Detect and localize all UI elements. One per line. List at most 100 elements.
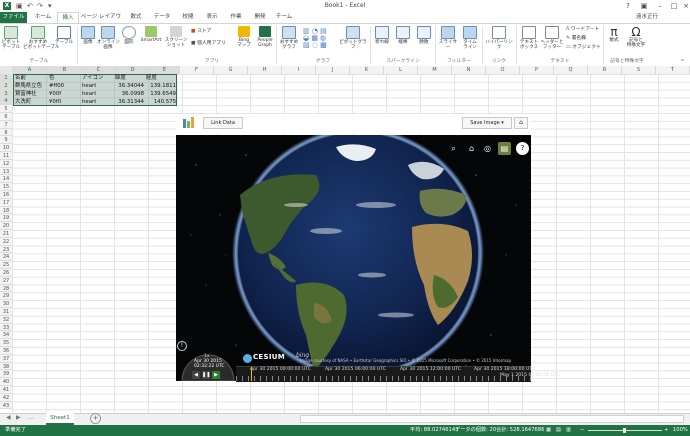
cell-B4[interactable]: ¥0f0	[49, 98, 81, 106]
row-header-8[interactable]: 8	[0, 128, 12, 137]
column-header-B[interactable]: B	[48, 66, 82, 74]
row-header-15[interactable]: 15	[0, 183, 12, 191]
tab-view[interactable]: 表示	[202, 12, 222, 23]
normal-view-icon[interactable]: ▦	[546, 425, 551, 436]
help-icon[interactable]: ?	[620, 0, 636, 12]
sparkline-column-button[interactable]: 縦棒	[393, 26, 413, 45]
column-header-J[interactable]: J	[316, 66, 350, 74]
cell-B3[interactable]: ¥00f	[49, 90, 81, 98]
zoom-slider-thumb[interactable]	[623, 428, 626, 433]
row-header-28[interactable]: 28	[0, 284, 12, 293]
tab-work[interactable]: 作業	[226, 12, 246, 23]
row-header-12[interactable]: 12	[0, 159, 12, 168]
column-header-O[interactable]: O	[486, 66, 520, 74]
row-header-40[interactable]: 40	[0, 378, 12, 386]
timeline-needle[interactable]	[251, 367, 252, 381]
add-sheet-icon[interactable]: +	[90, 413, 101, 424]
chart-type-gallery[interactable]: ▥ ◔ ▤ ◒ ▦ ◍ ▨ ◌ ▩	[303, 28, 337, 50]
layers-icon[interactable]: ▤	[498, 142, 511, 155]
search-icon[interactable]: ⌕	[447, 142, 460, 155]
fullscreen-icon[interactable]: !	[177, 341, 187, 351]
column-header-K[interactable]: K	[350, 66, 384, 74]
qat-customize-icon[interactable]: ▾	[48, 2, 52, 10]
cell-C3[interactable]: heart	[82, 90, 96, 98]
tab-review[interactable]: 校閲	[178, 12, 198, 23]
equation-button[interactable]: π 数式	[604, 26, 624, 43]
sheet-more-icon[interactable]: …	[28, 414, 34, 421]
recommended-pivot-button[interactable]: おすすめ ピボットテーブル	[23, 26, 59, 50]
column-header-F[interactable]: F	[180, 66, 214, 74]
row-header-29[interactable]: 29	[0, 292, 12, 301]
people-graph-button[interactable]: People Graph	[255, 26, 275, 48]
row-header-9[interactable]: 9	[0, 136, 12, 145]
signature-line-button[interactable]: ✎ 署名欄	[566, 36, 586, 42]
column-header-Q[interactable]: Q	[554, 66, 588, 74]
row-header-17[interactable]: 17	[0, 198, 12, 207]
cell-D4[interactable]: 36.31344	[112, 98, 144, 106]
timeline-button[interactable]: タイム ライン	[460, 26, 480, 50]
row-header-5[interactable]: 5	[0, 105, 12, 113]
tab-team[interactable]: チーム	[274, 12, 294, 23]
sheet-tab-sheet1[interactable]: Sheet1	[46, 413, 74, 425]
app-home-button[interactable]: ⌂	[514, 117, 528, 129]
slicer-button[interactable]: スライサー	[437, 26, 459, 50]
row-header-10[interactable]: 10	[0, 144, 12, 152]
horizontal-scrollbar[interactable]	[300, 415, 684, 423]
row-header-30[interactable]: 30	[0, 300, 12, 308]
row-header-34[interactable]: 34	[0, 331, 12, 340]
row-header-16[interactable]: 16	[0, 191, 12, 199]
row-header-6[interactable]: 6	[0, 113, 12, 121]
redo-icon[interactable]: ↷	[37, 2, 43, 10]
column-header-A[interactable]: A	[12, 66, 48, 74]
tab-file[interactable]: ファイル	[0, 12, 27, 23]
undo-icon[interactable]: ↶	[27, 2, 33, 10]
row-header-43[interactable]: 43	[0, 401, 12, 410]
cell-E1[interactable]: 経度	[146, 74, 157, 82]
column-header-E[interactable]: E	[150, 66, 180, 74]
cell-B1[interactable]: 色	[49, 74, 54, 82]
cesium-logo[interactable]: CESIUM	[253, 353, 285, 361]
row-header-19[interactable]: 19	[0, 214, 12, 223]
recommended-charts-button[interactable]: おすすめ グラフ	[278, 26, 300, 50]
wordart-button[interactable]: A ワードアート	[566, 27, 599, 33]
page-break-view-icon[interactable]: ▥	[566, 425, 571, 436]
row-header-2[interactable]: 2	[0, 81, 12, 90]
row-header-33[interactable]: 33	[0, 323, 12, 332]
column-header-M[interactable]: M	[418, 66, 452, 74]
sparkline-winloss-button[interactable]: 勝敗	[414, 26, 434, 45]
textbox-button[interactable]: テキスト ボックス	[518, 26, 540, 50]
screenshot-button[interactable]: スクリーン ショット	[164, 26, 188, 48]
sheet-next-icon[interactable]: ▶	[16, 414, 21, 421]
row-header-11[interactable]: 11	[0, 152, 12, 160]
row-header-26[interactable]: 26	[0, 269, 12, 277]
row-header-37[interactable]: 37	[0, 354, 12, 363]
column-header-L[interactable]: L	[384, 66, 418, 74]
row-header-39[interactable]: 39	[0, 370, 12, 379]
row-header-38[interactable]: 38	[0, 362, 12, 371]
home-icon[interactable]: ⌂	[465, 142, 478, 155]
column-header-C[interactable]: C	[82, 66, 116, 74]
cell-A3[interactable]: 賢富神社	[15, 90, 49, 98]
tab-home[interactable]: ホーム	[30, 12, 56, 23]
play-reverse-icon[interactable]: ◀	[192, 371, 200, 379]
play-icon[interactable]: ▶	[212, 371, 220, 379]
cell-D1[interactable]: 緯度	[115, 74, 126, 82]
row-header-18[interactable]: 18	[0, 206, 12, 215]
row-header-14[interactable]: 14	[0, 175, 12, 184]
row-header-4[interactable]: 4	[0, 97, 12, 106]
tab-page-layout[interactable]: ページ レイアウト	[80, 12, 122, 31]
smartart-button[interactable]: SmartArt	[138, 26, 164, 43]
my-apps-button[interactable]: ■ 個人用アプリ	[191, 41, 226, 47]
symbol-button[interactable]: Ω 記号と 特殊文字	[624, 26, 648, 48]
cell-C2[interactable]: heart	[82, 82, 96, 90]
zoom-out-icon[interactable]: −	[580, 425, 584, 436]
cell-B2[interactable]: #ff00	[49, 82, 81, 90]
tab-insert[interactable]: 挿入	[57, 12, 79, 23]
tab-developer[interactable]: 開発	[250, 12, 270, 23]
sheet-prev-icon[interactable]: ◀	[6, 414, 11, 421]
pause-icon[interactable]: ❚❚	[202, 371, 210, 379]
column-header-T[interactable]: T	[656, 66, 690, 74]
row-header-1[interactable]: 1	[0, 74, 12, 82]
column-header-D[interactable]: D	[116, 66, 150, 74]
row-header-23[interactable]: 23	[0, 245, 12, 254]
